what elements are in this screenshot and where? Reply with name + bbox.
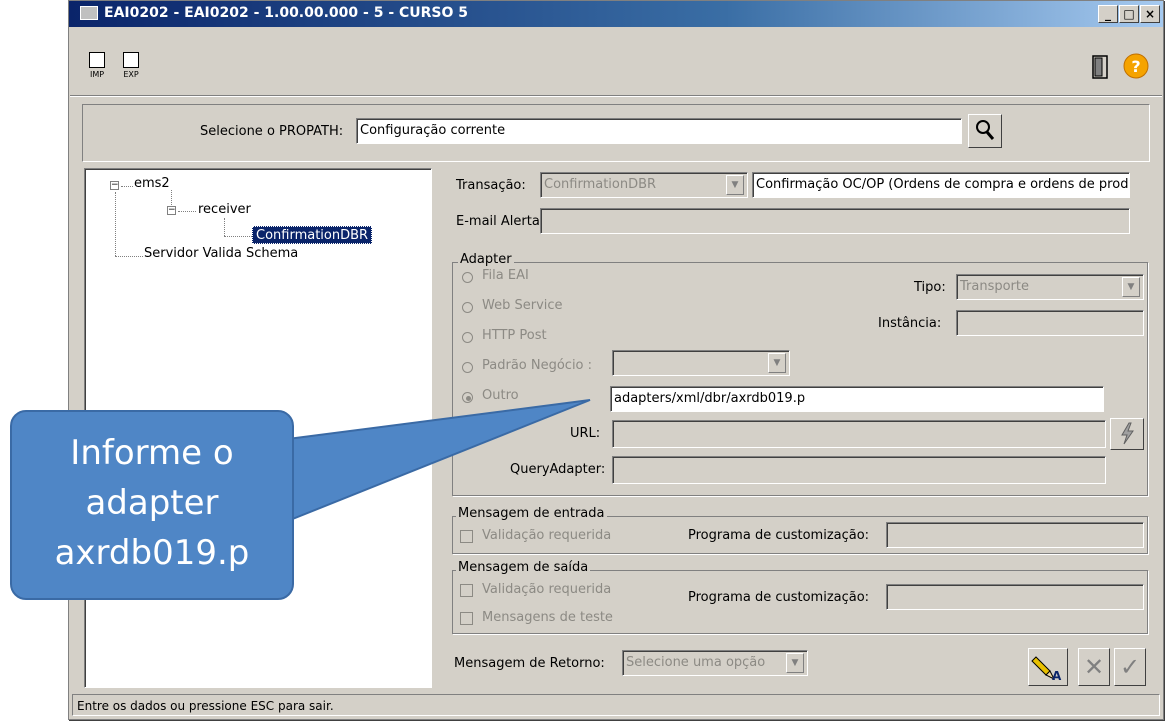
callout-line-2: adapter	[85, 483, 219, 523]
callout-line-1: Informe o	[70, 433, 234, 473]
callout-pointer	[278, 399, 591, 522]
callout-bubble: Informe o adapter axrdb019.p	[10, 410, 294, 600]
callout-line-3: axrdb019.p	[54, 533, 250, 573]
